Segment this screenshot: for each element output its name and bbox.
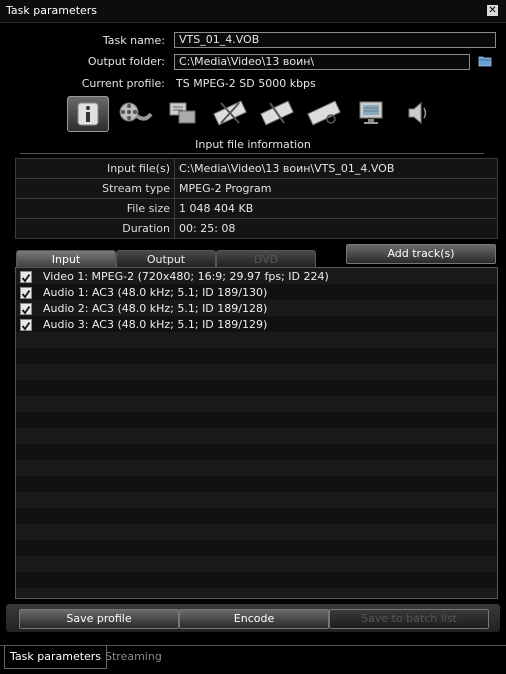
folder-icon[interactable] — [478, 55, 492, 67]
table-row: Duration 00: 25: 08 — [15, 218, 498, 239]
output-folder-field[interactable]: C:\Media\Video\13 воин\ — [174, 54, 470, 70]
converter-icon[interactable] — [163, 96, 203, 130]
close-icon[interactable]: ✕ — [487, 5, 498, 16]
encode-button[interactable]: Encode — [179, 609, 329, 629]
info-key: Input file(s) — [15, 158, 175, 179]
list-item[interactable]: Audio 3: AC3 (48.0 kHz; 5.1; ID 189/129) — [16, 317, 497, 333]
tab-dvd[interactable]: DVD — [216, 250, 316, 268]
title-bar: Task parameters ✕ — [0, 0, 506, 23]
tab-input[interactable]: Input — [16, 250, 116, 268]
info-key: File size — [15, 198, 175, 219]
info-value: 00: 25: 08 — [174, 218, 498, 239]
track-label: Audio 3: AC3 (48.0 kHz; 5.1; ID 189/129) — [43, 318, 268, 331]
window-title: Task parameters — [6, 4, 98, 17]
table-row: File size 1 048 404 KB — [15, 198, 498, 219]
info-value: MPEG-2 Program — [174, 178, 498, 199]
tab-streaming[interactable]: Streaming — [100, 646, 167, 668]
output-folder-label: Output folder: — [87, 55, 165, 68]
task-name-label: Task name: — [102, 34, 165, 47]
monitor-icon[interactable] — [351, 96, 391, 130]
info-key: Duration — [15, 218, 175, 239]
film-cut-icon[interactable] — [210, 96, 250, 130]
info-key: Stream type — [15, 178, 175, 199]
film-reel-icon[interactable] — [115, 96, 155, 130]
checkbox[interactable] — [20, 303, 32, 315]
table-row: Stream type MPEG-2 Program — [15, 178, 498, 199]
info-value: 1 048 404 KB — [174, 198, 498, 219]
track-label: Audio 2: AC3 (48.0 kHz; 5.1; ID 189/128) — [43, 302, 268, 315]
film-cut-icon[interactable] — [257, 96, 297, 130]
table-row: Input file(s) C:\Media\Video\13 воин\VTS… — [15, 158, 498, 179]
current-profile-value: TS MPEG-2 SD 5000 kbps — [176, 77, 316, 90]
task-name-field[interactable]: VTS_01_4.VOB — [174, 32, 496, 48]
track-label: Audio 1: AC3 (48.0 kHz; 5.1; ID 189/130) — [43, 286, 268, 299]
divider — [20, 153, 484, 154]
film-edit-icon[interactable] — [304, 96, 344, 130]
checkbox[interactable] — [20, 271, 32, 283]
list-item[interactable]: Audio 2: AC3 (48.0 kHz; 5.1; ID 189/128) — [16, 301, 497, 317]
save-profile-button[interactable]: Save profile — [19, 609, 179, 629]
list-item[interactable]: Audio 1: AC3 (48.0 kHz; 5.1; ID 189/130) — [16, 285, 497, 301]
list-item[interactable]: Video 1: MPEG-2 (720x480; 16:9; 29.97 fp… — [16, 269, 497, 285]
speaker-icon[interactable] — [397, 96, 437, 130]
track-label: Video 1: MPEG-2 (720x480; 16:9; 29.97 fp… — [43, 270, 329, 283]
add-tracks-button[interactable]: Add track(s) — [346, 244, 496, 264]
checkbox[interactable] — [20, 319, 32, 331]
save-to-batch-button[interactable]: Save to batch list — [329, 609, 489, 629]
current-profile-label: Current profile: — [81, 77, 165, 90]
tab-output[interactable]: Output — [116, 250, 216, 268]
info-value: C:\Media\Video\13 воин\VTS_01_4.VOB — [174, 158, 498, 179]
tab-task-parameters[interactable]: Task parameters — [4, 646, 108, 669]
info-icon[interactable] — [67, 96, 109, 132]
section-title: Input file information — [195, 138, 311, 151]
checkbox[interactable] — [20, 287, 32, 299]
track-list[interactable]: Video 1: MPEG-2 (720x480; 16:9; 29.97 fp… — [15, 267, 498, 599]
input-file-info-table: Input file(s) C:\Media\Video\13 воин\VTS… — [15, 158, 498, 239]
bottom-tab-bar: Task parameters Streaming — [0, 645, 506, 674]
